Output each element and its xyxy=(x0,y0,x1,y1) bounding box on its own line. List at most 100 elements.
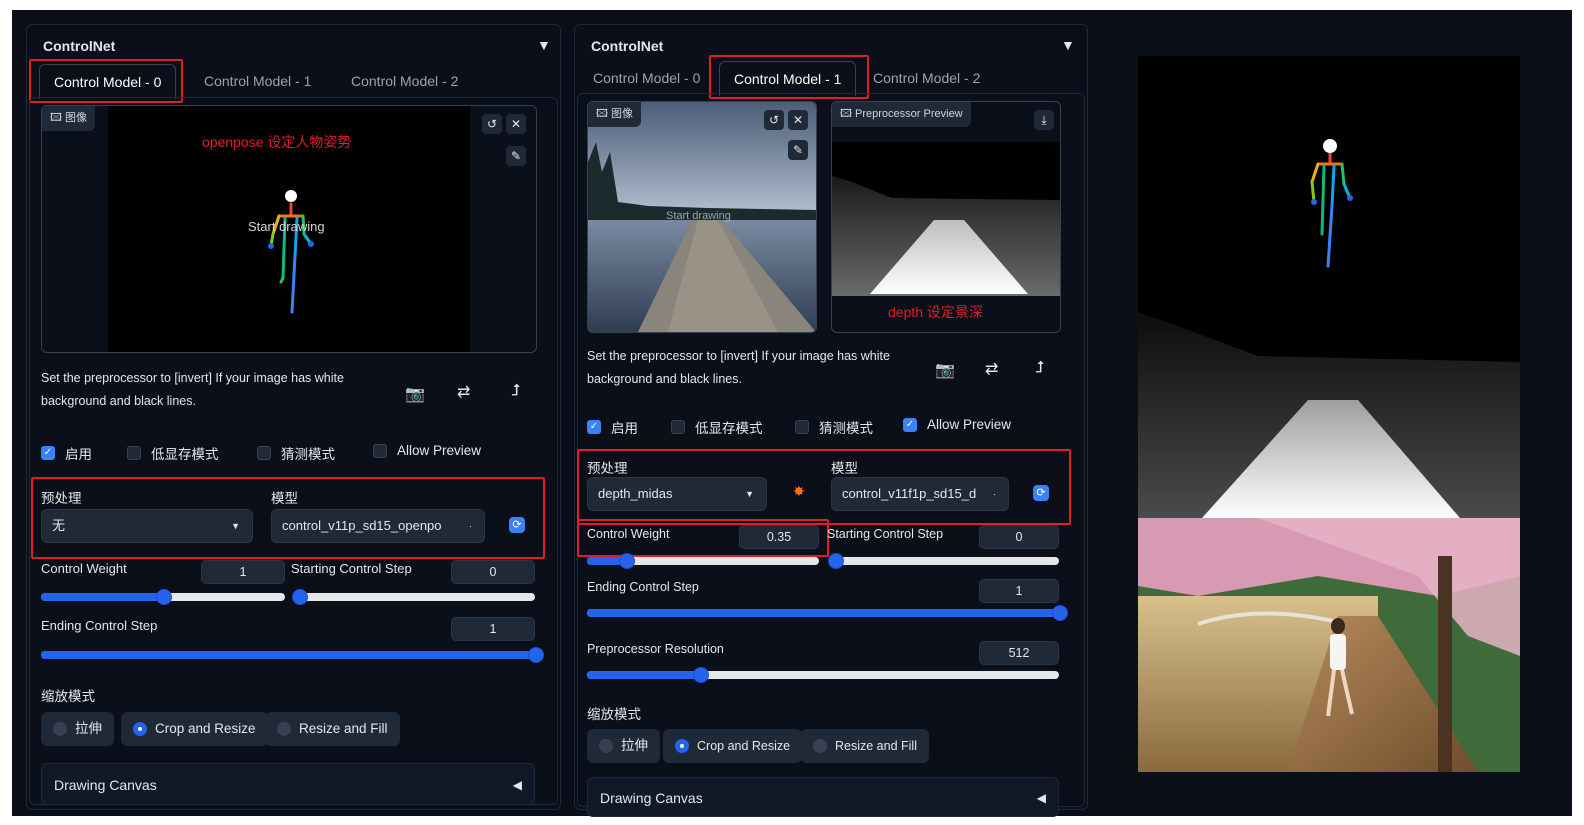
control-weight-input[interactable]: 1 xyxy=(201,560,285,584)
enable-checkbox[interactable]: ✓ 启用 xyxy=(587,417,638,437)
allow-preview-checkbox[interactable]: ✓ Allow Preview xyxy=(903,417,1011,432)
radio-label: Resize and Fill xyxy=(835,739,917,753)
swap-icon[interactable]: ⇄ xyxy=(457,382,470,402)
check-icon: ✓ xyxy=(41,446,55,460)
model-value: control_v11p_sd15_openpo xyxy=(282,518,442,533)
radio-dot xyxy=(813,739,827,753)
starting-step-input[interactable]: 0 xyxy=(451,560,535,584)
starting-step-input[interactable]: 0 xyxy=(979,525,1059,549)
image-tag-label: 图像 xyxy=(611,108,634,120)
checkbox-box xyxy=(373,443,387,458)
ending-step-slider[interactable] xyxy=(41,647,544,663)
resize-option-stretch[interactable]: 拉伸 xyxy=(41,712,114,746)
drawing-canvas-accordion[interactable]: Drawing Canvas ◀ xyxy=(41,763,535,805)
upload-arrow-icon[interactable]: ⮥ xyxy=(1035,359,1044,377)
guess-mode-checkbox[interactable]: 猜测模式 xyxy=(795,417,873,437)
upload-arrow-icon[interactable]: ⮥ xyxy=(511,382,520,400)
collapse-triangle-icon[interactable]: ▼ xyxy=(537,37,551,53)
brush-icon[interactable]: ✎ xyxy=(506,146,526,166)
preprocessor-label: 预处理 xyxy=(587,461,628,476)
preprocessor-select[interactable]: 无 ▼ xyxy=(41,509,253,543)
tab-control-model-0[interactable]: Control Model - 0 xyxy=(579,61,714,95)
resize-option-resize-and-fill[interactable]: Resize and Fill xyxy=(801,729,929,763)
radio-dot-selected xyxy=(675,739,689,753)
model-select[interactable]: control_v11f1p_sd15_d · xyxy=(831,477,1009,511)
refresh-icon[interactable]: ⟳ xyxy=(509,517,525,533)
checkbox-box xyxy=(257,446,271,460)
checkbox-box xyxy=(127,446,141,460)
radio-label: Crop and Resize xyxy=(155,721,256,736)
invert-hint: Set the preprocessor to [invert] If your… xyxy=(41,371,344,408)
ending-step-label: Ending Control Step xyxy=(41,618,158,633)
resize-option-stretch[interactable]: 拉伸 xyxy=(587,729,660,763)
chevron-down-icon: ▼ xyxy=(231,521,240,531)
depth-map-preview xyxy=(832,142,1060,296)
close-icon[interactable]: ✕ xyxy=(788,110,808,130)
radio-dot xyxy=(277,722,291,736)
resize-option-crop-and-resize[interactable]: Crop and Resize xyxy=(663,729,803,763)
allow-preview-checkbox[interactable]: Allow Preview xyxy=(373,443,481,458)
preprocessor-select[interactable]: depth_midas ▼ xyxy=(587,477,767,511)
enable-checkbox[interactable]: ✓ 启用 xyxy=(41,443,92,463)
expand-triangle-icon: ◀ xyxy=(512,778,522,792)
collapse-triangle-icon[interactable]: ▼ xyxy=(1061,37,1075,53)
ending-step-slider[interactable] xyxy=(587,605,1068,621)
undo-icon[interactable]: ↺ xyxy=(482,114,502,134)
radio-dot xyxy=(599,739,613,753)
resize-mode-label: 缩放模式 xyxy=(587,707,641,722)
image-input[interactable]: 🖾 图像 Start drawing ↺ ✕ ✎ xyxy=(587,101,817,333)
tab-control-model-2[interactable]: Control Model - 2 xyxy=(859,61,994,95)
tab-control-model-2[interactable]: Control Model - 2 xyxy=(337,64,472,98)
control-weight-input[interactable]: 0.35 xyxy=(739,525,819,549)
guess-mode-checkbox[interactable]: 猜测模式 xyxy=(257,443,335,463)
control-weight-slider[interactable] xyxy=(587,553,819,569)
preprocessor-value: depth_midas xyxy=(598,486,673,501)
checkbox-label: 启用 xyxy=(611,421,638,436)
starting-step-slider[interactable] xyxy=(828,553,1059,569)
preview-tag: 🖾 Preprocessor Preview xyxy=(832,102,971,127)
explosion-icon[interactable]: ✸ xyxy=(793,483,805,500)
resize-option-crop-and-resize[interactable]: Crop and Resize xyxy=(121,712,268,746)
drawing-canvas-accordion[interactable]: Drawing Canvas ◀ xyxy=(587,777,1059,817)
camera-icon[interactable]: 📷 xyxy=(935,360,955,380)
slider-handle[interactable] xyxy=(528,647,544,663)
combined-output-preview xyxy=(1138,56,1520,772)
checkbox-label: 低显存模式 xyxy=(695,421,763,436)
brush-icon[interactable]: ✎ xyxy=(788,140,808,160)
image-input[interactable]: 🖾 图像 openpose 设定人物姿势 Start drawing ↺ ✕ ✎ xyxy=(41,105,537,353)
low-vram-checkbox[interactable]: 低显存模式 xyxy=(671,417,763,437)
slider-handle[interactable] xyxy=(1052,605,1068,621)
control-weight-slider[interactable] xyxy=(41,589,285,605)
resize-option-resize-and-fill[interactable]: Resize and Fill xyxy=(265,712,400,746)
image-tag: 🖾 图像 xyxy=(588,102,642,127)
accordion-label: Drawing Canvas xyxy=(600,790,703,806)
controlnet-panel-right: ControlNet ▼ Control Model - 0 Control M… xyxy=(574,24,1088,817)
ending-step-input[interactable]: 1 xyxy=(451,617,535,641)
resize-mode-label: 缩放模式 xyxy=(41,689,95,704)
tab-control-model-1[interactable]: Control Model - 1 xyxy=(719,61,857,96)
preprocessor-resolution-label: Preprocessor Resolution xyxy=(587,642,724,656)
low-vram-checkbox[interactable]: 低显存模式 xyxy=(127,443,219,463)
tab-control-model-0[interactable]: Control Model - 0 xyxy=(39,64,177,99)
undo-icon[interactable]: ↺ xyxy=(764,110,784,130)
preprocessor-resolution-input[interactable]: 512 xyxy=(979,641,1059,665)
slider-handle[interactable] xyxy=(828,553,844,569)
model-select[interactable]: control_v11p_sd15_openpo · xyxy=(271,509,485,543)
chevron-down-icon: ▼ xyxy=(745,489,754,499)
tab-control-model-1[interactable]: Control Model - 1 xyxy=(190,64,325,98)
ending-step-input[interactable]: 1 xyxy=(979,579,1059,603)
panel-title: ControlNet xyxy=(591,38,664,54)
checkbox-label: Allow Preview xyxy=(927,417,1012,432)
checkbox-label: 猜测模式 xyxy=(281,447,335,462)
depth-annotation: depth 设定景深 xyxy=(888,304,983,320)
close-icon[interactable]: ✕ xyxy=(506,114,526,134)
download-icon[interactable]: ⤓ xyxy=(1034,110,1054,130)
camera-icon[interactable]: 📷 xyxy=(405,384,425,404)
radio-dot-selected xyxy=(133,722,147,736)
swap-icon[interactable]: ⇄ xyxy=(985,359,998,379)
refresh-icon[interactable]: ⟳ xyxy=(1033,485,1049,501)
preprocessor-resolution-slider[interactable] xyxy=(587,667,1059,683)
starting-step-slider[interactable] xyxy=(292,589,535,605)
slider-handle[interactable] xyxy=(156,589,172,605)
slider-handle[interactable] xyxy=(292,589,308,605)
